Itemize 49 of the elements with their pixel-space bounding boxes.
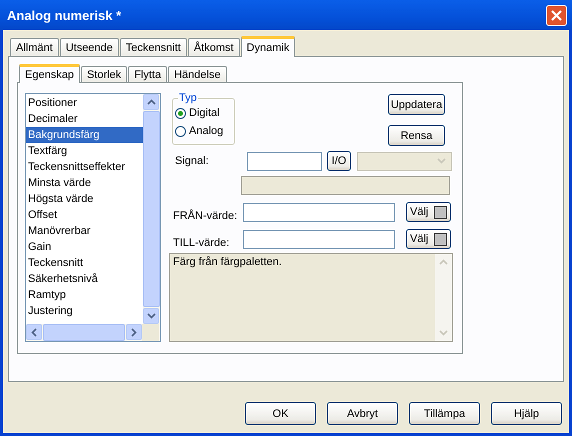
field-label: FRÅN-värde:	[172, 210, 238, 222]
tab[interactable]: Utseende	[60, 38, 119, 56]
field-label: TILL-värde:	[172, 237, 230, 249]
tab[interactable]: Händelse	[168, 66, 227, 82]
list-item[interactable]: Textfärg	[26, 143, 143, 159]
list-item[interactable]: Gain	[26, 239, 143, 255]
dialog-button[interactable]: OK	[245, 402, 316, 425]
radio-option[interactable]: Analog	[175, 122, 234, 140]
list-item[interactable]: Bakgrundsfärg	[26, 127, 143, 143]
clear-button[interactable]: Rensa	[388, 125, 445, 146]
close-button[interactable]	[546, 4, 567, 26]
tab[interactable]: Allmänt	[10, 38, 59, 56]
vertical-scrollbar[interactable]	[143, 94, 160, 324]
dialog-button[interactable]: Avbryt	[327, 402, 398, 425]
choose-color-button[interactable]: Välj	[406, 229, 451, 249]
list-item[interactable]: Säkerhetsnivå	[26, 271, 143, 287]
field-label: Signal:	[174, 155, 210, 167]
list-item[interactable]: Positioner	[26, 95, 143, 111]
horizontal-scrollbar[interactable]	[26, 324, 160, 341]
dialog-button[interactable]: Tillämpa	[409, 402, 480, 425]
list-item[interactable]: Minsta värde	[26, 175, 143, 191]
group-label: Typ	[178, 92, 198, 104]
window-title: Analog numerisk *	[7, 8, 122, 22]
update-button[interactable]: Uppdatera	[388, 94, 445, 115]
io-button[interactable]: I/O	[327, 151, 351, 171]
caret-icon	[437, 158, 446, 164]
list-item[interactable]: Ramtyp	[26, 287, 143, 303]
list-item[interactable]: Decimaler	[26, 111, 143, 127]
list-item[interactable]: Teckensnitt	[26, 255, 143, 271]
close-icon	[550, 8, 563, 22]
tab[interactable]: Teckensnitt	[120, 38, 187, 56]
radio-option[interactable]: Digital	[175, 104, 234, 122]
scrollbar-corner	[142, 324, 159, 341]
tab[interactable]: Storlek	[80, 66, 128, 82]
dialog-button[interactable]: Hjälp	[491, 402, 562, 425]
signal-field[interactable]	[247, 152, 322, 170]
tab[interactable]: Dynamik	[240, 36, 296, 57]
list-item[interactable]: Teckensnittseffekter	[26, 159, 143, 175]
description-text: Färg från färgpaletten.	[172, 255, 283, 270]
choose-color-button[interactable]: Välj	[406, 202, 451, 222]
list-item[interactable]: Manövrerbar	[26, 223, 143, 239]
tab[interactable]: Flytta	[128, 66, 168, 82]
tab[interactable]: Åtkomst	[188, 38, 240, 56]
list-item[interactable]: Högsta värde	[26, 191, 143, 207]
tab[interactable]: Egenskap	[19, 64, 80, 83]
list-item[interactable]: Offset	[26, 207, 143, 223]
to-value-field[interactable]	[243, 230, 395, 248]
from-value-field[interactable]	[243, 202, 395, 222]
list-item[interactable]: Justering	[26, 303, 143, 319]
